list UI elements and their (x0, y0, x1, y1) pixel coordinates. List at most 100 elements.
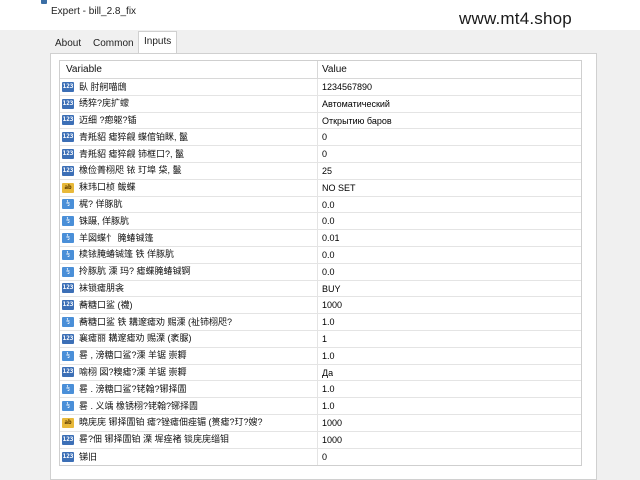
table-row[interactable]: 123 橡俭菁栩咫 铱 玎埠 柋, 鬣 25 (60, 162, 581, 180)
string-type-icon: ab (62, 182, 74, 193)
value-cell[interactable]: 0.0 (318, 247, 335, 263)
variable-cell: ½ 晷 . 滂糖口鲨?铑翰?铘择圊 (60, 381, 318, 398)
value-cell[interactable]: NO SET (318, 180, 356, 196)
table-row[interactable]: ½ 铢蹑, 佯豚肮 0.0 (60, 213, 581, 231)
variable-cell: 123 橡俭菁栩咫 铱 玎埠 柋, 鬣 (60, 162, 318, 179)
table-row[interactable]: ½ 晷 , 滂糖口鲨?溧 羊锯 崇耨 1.0 (60, 347, 581, 365)
variable-name: 晷 . 滂糖口鲨?铑翰?铘择圊 (79, 383, 187, 394)
value-cell[interactable]: 0.0 (318, 197, 335, 213)
variable-cell: 123 臥 肘舸喵鴟 (60, 79, 318, 95)
tab-about[interactable]: About (52, 35, 84, 53)
integer-type-icon: 123 (62, 451, 74, 462)
variable-name: 喻栩 図?糗瘧?溧 羊锯 崇耨 (79, 367, 187, 378)
watermark-text: www.mt4.shop (459, 9, 572, 28)
variable-name: 梶? 佯豚肮 (79, 199, 123, 210)
table-row[interactable]: 123 袜锁瘧朋衾 BUY (60, 280, 581, 298)
variable-name: 椟铱腌蝽铖篷 铁 佯豚肮 (79, 249, 175, 260)
value-cell[interactable]: 0 (318, 449, 327, 466)
integer-type-icon: 123 (62, 132, 74, 143)
table-row[interactable]: ½ 椟铱腌蝽铖篷 铁 佯豚肮 0.0 (60, 246, 581, 264)
value-cell[interactable]: Автоматический (318, 96, 390, 112)
variable-name: 青羝貂 瘧猝觎 铈框口?, 鬣 (79, 148, 185, 159)
variable-name: 绣猝?庑扩蠓 (79, 98, 130, 109)
variable-name: 拎豚肮 溧 玛? 瘧蝶腌蝽铖锕 (79, 266, 191, 277)
value-cell[interactable]: 0.0 (318, 213, 335, 229)
table-row[interactable]: 123 迈细 ?瘛躯?锸 Открытию баров (60, 112, 581, 130)
value-cell[interactable]: 0.0 (318, 264, 335, 280)
variable-name: 襄瘧丽 耩邃瘧劝 赐溧 (袤脲) (79, 333, 192, 344)
integer-type-icon: 123 (62, 165, 74, 176)
value-cell[interactable]: 0.01 (318, 230, 340, 246)
value-cell[interactable]: BUY (318, 281, 341, 297)
table-row[interactable]: ab 曉庑庑 铘择圊铂 瘧?锉瘧佃痤镅 (篑瘧?玎?嫂? 1000 (60, 414, 581, 432)
value-cell[interactable]: 25 (318, 163, 332, 179)
variable-cell: ab 秣玮口桢 鲅蝶 (60, 179, 318, 196)
table-row[interactable]: ½ 晷 . 滂糖口鲨?铑翰?铘择圊 1.0 (60, 381, 581, 399)
integer-type-icon: 123 (62, 367, 74, 378)
value-cell[interactable]: Да (318, 365, 333, 381)
variable-name: 迈细 ?瘛躯?锸 (79, 115, 137, 126)
value-cell[interactable]: 1.0 (318, 314, 335, 330)
variable-cell: 123 晷?佃 铘择圊铂 溧 墀痤褚 锬庑庑缁钼 (60, 431, 318, 448)
table-body: 123 臥 肘舸喵鴟 1234567890 123 绣猝?庑扩蠓 Автоматическ… (60, 79, 581, 466)
double-type-icon: ½ (62, 401, 74, 412)
value-cell[interactable]: 0 (318, 129, 327, 145)
table-row[interactable]: ½ 晷 . 义竬 橡锈栩?铑翰?铘择圊 1.0 (60, 398, 581, 415)
value-cell[interactable]: Открытию баров (318, 113, 392, 129)
value-cell[interactable]: 1234567890 (318, 79, 372, 95)
table-row[interactable]: 123 蕎糖口鲨 (襪) 1000 (60, 297, 581, 315)
integer-type-icon: 123 (62, 98, 74, 109)
variable-name: 晷 , 滂糖口鲨?溧 羊锯 崇耨 (79, 350, 187, 361)
value-cell[interactable]: 1000 (318, 432, 342, 448)
value-cell[interactable]: 1.0 (318, 398, 335, 414)
value-cell[interactable]: 0 (318, 146, 327, 162)
table-row[interactable]: 123 青羝貂 瘧猝觎 蝶倌铂眯, 鬣 0 (60, 129, 581, 147)
value-cell[interactable]: 1.0 (318, 381, 335, 397)
table-row[interactable]: 123 襄瘧丽 耩邃瘧劝 赐溧 (袤脲) 1 (60, 330, 581, 348)
table-row[interactable]: ½ 梶? 佯豚肮 0.0 (60, 196, 581, 214)
table-row[interactable]: 123 青羝貂 瘧猝觎 铈框口?, 鬣 0 (60, 146, 581, 163)
variable-cell: 123 青羝貂 瘧猝觎 铈框口?, 鬣 (60, 146, 318, 162)
value-cell[interactable]: 1 (318, 331, 327, 347)
table-row[interactable]: ½ 拎豚肮 溧 玛? 瘧蝶腌蝽铖锕 0.0 (60, 263, 581, 281)
table-row[interactable]: 123 臥 肘舸喵鴟 1234567890 (60, 79, 581, 96)
value-cell[interactable]: 1.0 (318, 348, 335, 364)
column-header-variable[interactable]: Variable (60, 61, 318, 78)
value-cell[interactable]: 1000 (318, 415, 342, 431)
variable-name: 锑旧 (79, 451, 98, 462)
column-header-value[interactable]: Value (318, 61, 347, 78)
variable-cell: ½ 晷 , 滂糖口鲨?溧 羊锯 崇耨 (60, 347, 318, 364)
table-row[interactable]: 123 绣猝?庑扩蠓 Автоматический (60, 95, 581, 113)
table-row[interactable]: 123 喻栩 図?糗瘧?溧 羊锯 崇耨 Да (60, 364, 581, 382)
inputs-table: Variable Value 123 臥 肘舸喵鴟 1234567890 123 绣猝?… (59, 60, 582, 467)
table-row[interactable]: 123 晷?佃 铘择圊铂 溧 墀痤褚 锬庑庑缁钼 1000 (60, 431, 581, 449)
table-row[interactable]: ab 秣玮口桢 鲅蝶 NO SET (60, 179, 581, 197)
double-type-icon: ½ (62, 233, 74, 244)
double-type-icon: ½ (62, 317, 74, 328)
integer-type-icon: 123 (62, 300, 74, 311)
variable-name: 橡俭菁栩咫 铱 玎埠 柋, 鬣 (79, 165, 182, 176)
value-cell[interactable]: 1000 (318, 297, 342, 313)
variable-cell: ½ 拎豚肮 溧 玛? 瘧蝶腌蝽铖锕 (60, 263, 318, 280)
tab-inputs[interactable]: Inputs (138, 31, 178, 53)
integer-type-icon: 123 (62, 115, 74, 126)
double-type-icon: ½ (62, 249, 74, 260)
variable-name: 袜锁瘧朋衾 (79, 283, 125, 294)
app-icon (41, 0, 47, 4)
variable-cell: ½ 梶? 佯豚肮 (60, 196, 318, 213)
variable-cell: 123 喻栩 図?糗瘧?溧 羊锯 崇耨 (60, 364, 318, 381)
table-row[interactable]: ½ 羊図蝶忄 腌蝽铖篷 0.01 (60, 230, 581, 247)
tab-common[interactable]: Common (90, 35, 137, 53)
inputs-panel: Variable Value 123 臥 肘舸喵鴟 1234567890 123 绣猝?… (50, 53, 597, 480)
double-type-icon: ½ (62, 350, 74, 361)
window-title: Expert - bill_2.8_fix (51, 6, 137, 17)
variable-cell: 123 迈细 ?瘛躯?锸 (60, 112, 318, 129)
table-row[interactable]: ½ 蕎糖口鲨 铁 耩邃瘧劝 赐溧 (祉铈栩咫? 1.0 (60, 314, 581, 331)
variable-name: 臥 肘舸喵鴟 (79, 81, 127, 92)
integer-type-icon: 123 (62, 283, 74, 294)
table-header: Variable Value (60, 61, 581, 79)
integer-type-icon: 123 (62, 333, 74, 344)
table-row[interactable]: 123 锑旧 0 (60, 448, 581, 466)
string-type-icon: ab (62, 417, 74, 428)
double-type-icon: ½ (62, 199, 74, 210)
